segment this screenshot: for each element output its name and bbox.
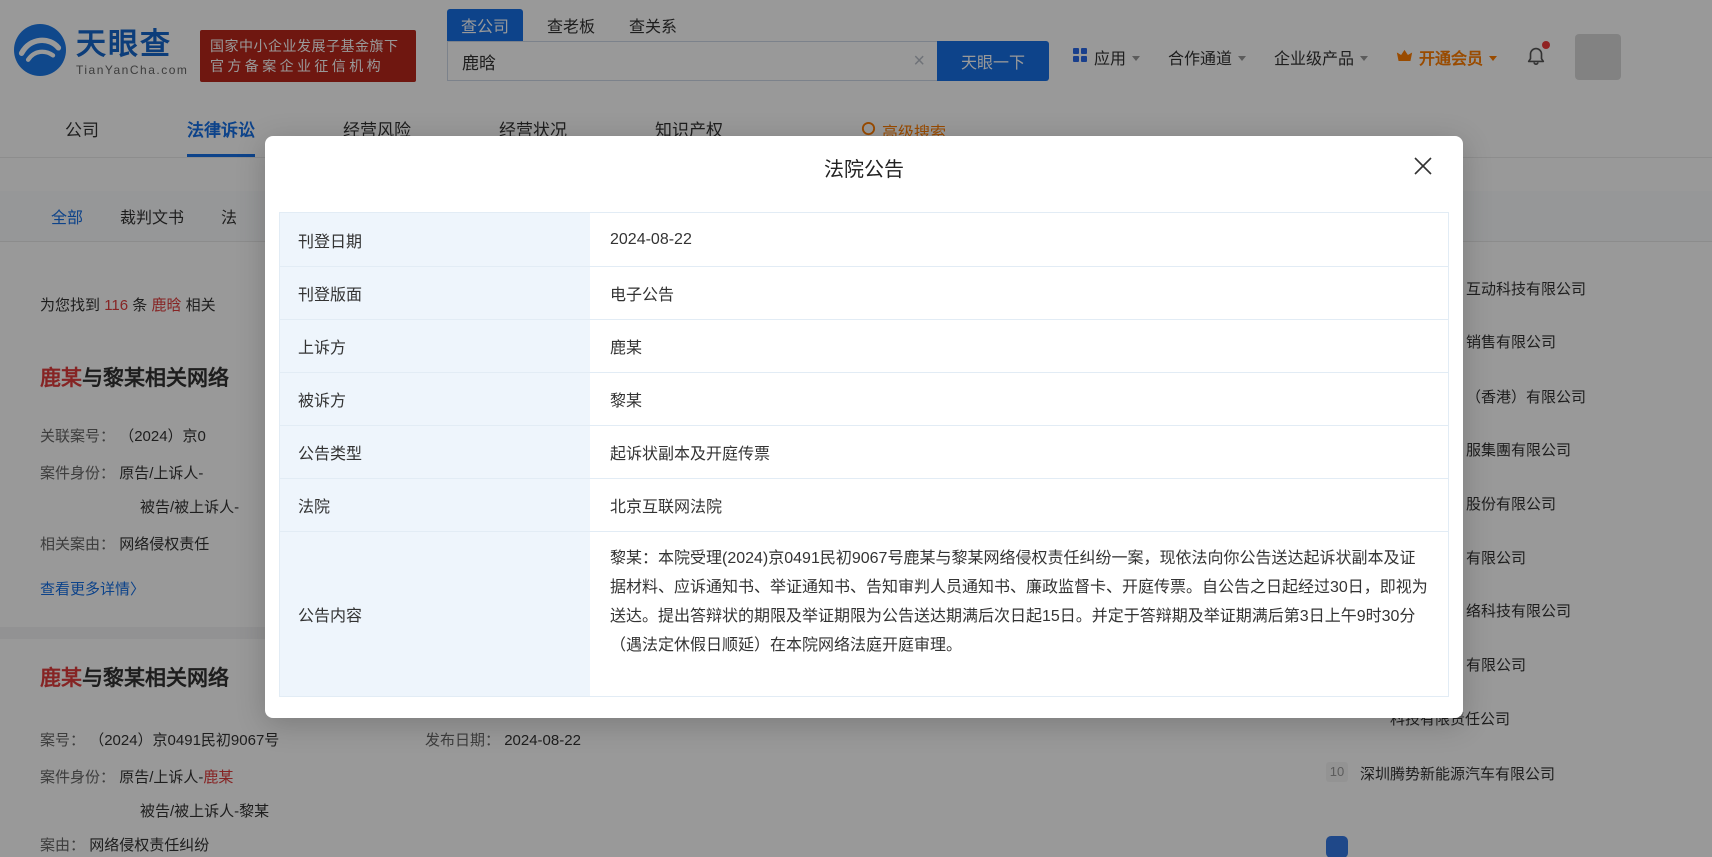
table-row-content: 公告内容 黎某：本院受理(2024)京0491民初9067号鹿某与黎某网络侵权责… — [280, 531, 1448, 696]
table-row: 刊登版面 电子公告 — [280, 266, 1448, 319]
table-row: 被诉方 黎某 — [280, 372, 1448, 425]
table-row: 公告类型 起诉状副本及开庭传票 — [280, 425, 1448, 478]
row-label: 法院 — [280, 479, 590, 531]
table-row: 刊登日期 2024-08-22 — [280, 213, 1448, 266]
row-label: 公告类型 — [280, 426, 590, 478]
row-label: 上诉方 — [280, 320, 590, 372]
row-value: 起诉状副本及开庭传票 — [590, 426, 1448, 478]
modal-title: 法院公告 — [265, 153, 1463, 182]
row-label: 公告内容 — [280, 532, 590, 696]
row-value: 北京互联网法院 — [590, 479, 1448, 531]
row-label: 刊登版面 — [280, 267, 590, 319]
announcement-table: 刊登日期 2024-08-22 刊登版面 电子公告 上诉方 鹿某 被诉方 黎某 … — [279, 212, 1449, 697]
row-value: 2024-08-22 — [590, 213, 1448, 266]
row-label: 被诉方 — [280, 373, 590, 425]
table-row: 上诉方 鹿某 — [280, 319, 1448, 372]
row-label: 刊登日期 — [280, 213, 590, 266]
row-value: 鹿某 — [590, 320, 1448, 372]
row-value: 黎某：本院受理(2024)京0491民初9067号鹿某与黎某网络侵权责任纠纷一案… — [590, 532, 1448, 696]
close-icon[interactable] — [1411, 154, 1435, 178]
court-announcement-modal: 法院公告 刊登日期 2024-08-22 刊登版面 电子公告 上诉方 鹿某 被诉… — [265, 136, 1463, 718]
row-value: 电子公告 — [590, 267, 1448, 319]
table-row: 法院 北京互联网法院 — [280, 478, 1448, 531]
tianyancha-page: 天眼查 TianYanCha.com 国家中小企业发展子基金旗下 官方备案企业征… — [0, 0, 1712, 857]
row-value: 黎某 — [590, 373, 1448, 425]
